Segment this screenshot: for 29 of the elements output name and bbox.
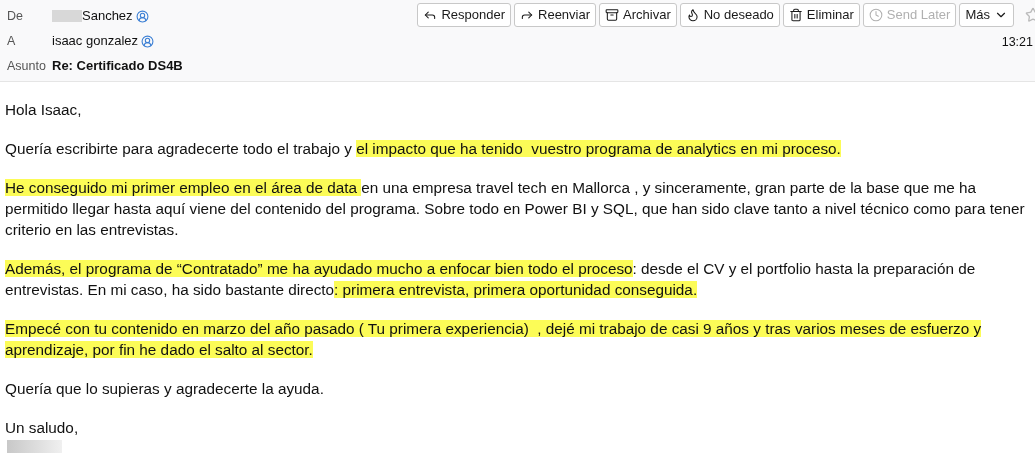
reply-icon [423, 8, 438, 22]
flame-icon [685, 8, 700, 22]
archive-icon [605, 8, 620, 22]
field-label: Asunto [7, 57, 47, 75]
body-paragraph: Hola Isaac, [5, 100, 83, 120]
message-time: 13:21 [1001, 34, 1033, 51]
trash-icon [788, 8, 803, 22]
contact-name[interactable]: Sanchez [82, 6, 133, 26]
toolbar-button[interactable]: Eliminar [782, 3, 860, 27]
toolbar-button[interactable]: Reenviar [514, 3, 597, 27]
body-paragraph: Quería que lo supieras y agradecerte la ayuda. [5, 379, 325, 399]
toolbar-button[interactable]: Responder [417, 3, 511, 27]
body-paragraph: Empecé con tu contenido en marzo del año pasado ( Tu primera experiencia) , dejé mi trabajo de casi 9 años y tras varios meses de esfuerzo y aprendizaje, por fin he dado el salto al sector. [5, 319, 983, 360]
clock-icon [868, 8, 883, 22]
field-label: De [7, 7, 24, 25]
forward-icon [520, 8, 534, 22]
body-paragraph: Quería escribirte para agradecerte todo el trabajo y el impacto que ha tenido vuestro programa de analytics en mi proceso. [5, 139, 842, 159]
body-paragraph: Un saludo, [5, 418, 80, 438]
toolbar-button[interactable]: Archivar [599, 3, 677, 27]
contact-icon [135, 9, 149, 23]
body-paragraph: Además, el programa de “Contratado” me ha ayudado mucho a enfocar bien todo el proceso: desde el CV y el portfolio hasta la preparación de entrevistas. En mi caso, ha sido bastante directo: primera entrevista, primera oportunidad conseguida. [5, 259, 977, 300]
toolbar-button[interactable]: No deseado [679, 3, 780, 27]
subject-text: Re: Certificado DS4B [52, 57, 183, 76]
redacted-block [52, 10, 82, 22]
contact-name[interactable]: isaac gonzalez [52, 31, 138, 51]
body-paragraph: He conseguido mi primer empleo en el área de data en una empresa travel tech en Mallorca , y sinceramente, gran parte de la base que me ha permitido llegar hasta aquí viene del contenido del programa. Sobre todo en Power BI y SQL, que han sido clave tanto a nivel técnico como para tener criterio en las entrevistas. [5, 178, 1026, 240]
field-label: A [7, 32, 17, 50]
contact-icon [141, 34, 154, 48]
more-button[interactable]: Más [959, 3, 1014, 27]
